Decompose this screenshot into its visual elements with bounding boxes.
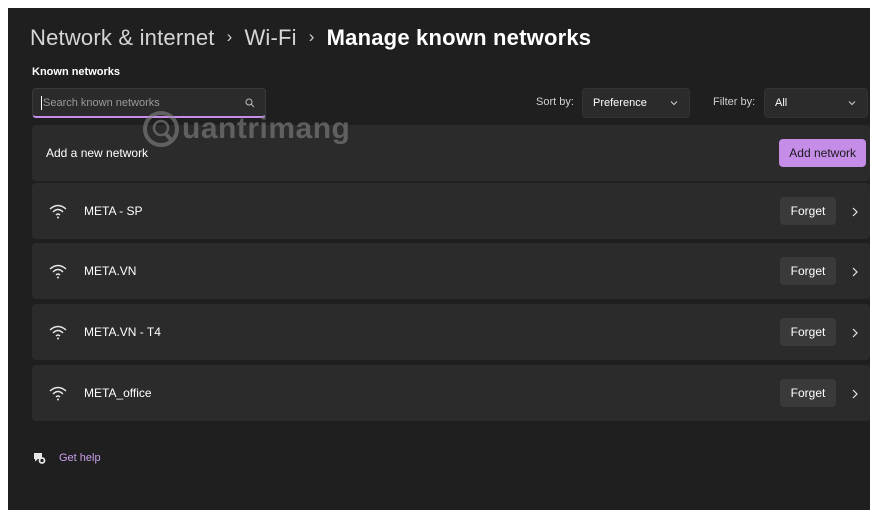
breadcrumb-wifi[interactable]: Wi-Fi — [244, 25, 296, 51]
known-networks-heading: Known networks — [32, 66, 121, 78]
network-name: META - SP — [84, 204, 143, 218]
network-row[interactable]: META - SP Forget — [32, 183, 870, 239]
filter-dropdown[interactable]: All — [764, 88, 868, 118]
sort-value: Preference — [593, 97, 647, 109]
filter-label: Filter by: — [713, 96, 756, 108]
filter-value: All — [775, 97, 788, 109]
forget-button[interactable]: Forget — [780, 379, 836, 407]
breadcrumb-separator: › — [308, 27, 315, 46]
chevron-right-icon[interactable] — [850, 326, 860, 338]
forget-button[interactable]: Forget — [780, 318, 836, 346]
add-network-button[interactable]: Add network — [779, 139, 866, 167]
network-row[interactable]: META.VN Forget — [32, 243, 870, 299]
sort-dropdown[interactable]: Preference — [582, 88, 690, 118]
help-icon — [32, 451, 46, 465]
wifi-icon — [48, 263, 68, 279]
forget-button[interactable]: Forget — [780, 257, 836, 285]
sort-label: Sort by: — [536, 96, 574, 108]
search-icon[interactable] — [243, 96, 257, 110]
search-box[interactable] — [32, 88, 266, 118]
breadcrumb-network-internet[interactable]: Network & internet — [30, 25, 215, 51]
breadcrumb: Network & internet › Wi-Fi › Manage know… — [30, 20, 591, 56]
settings-window: Network & internet › Wi-Fi › Manage know… — [8, 8, 870, 510]
network-row[interactable]: META_office Forget — [32, 365, 870, 421]
wifi-icon — [48, 324, 68, 340]
chevron-down-icon — [847, 98, 857, 108]
chevron-right-icon[interactable] — [850, 265, 860, 277]
search-input[interactable] — [43, 96, 243, 109]
add-network-card: Add a new network Add network — [32, 125, 870, 181]
wifi-icon — [48, 385, 68, 401]
network-name: META_office — [84, 386, 152, 400]
get-help-label: Get help — [59, 452, 101, 464]
forget-button[interactable]: Forget — [780, 197, 836, 225]
network-name: META.VN — [84, 264, 137, 278]
chevron-right-icon[interactable] — [850, 387, 860, 399]
wifi-icon — [48, 203, 68, 219]
breadcrumb-separator: › — [226, 27, 233, 46]
page-title: Manage known networks — [326, 25, 592, 50]
chevron-right-icon[interactable] — [850, 205, 860, 217]
chevron-down-icon — [669, 98, 679, 108]
network-name: META.VN - T4 — [84, 325, 161, 339]
text-caret — [41, 95, 42, 110]
add-network-label: Add a new network — [46, 146, 149, 160]
get-help-link[interactable]: Get help — [32, 451, 101, 465]
network-row[interactable]: META.VN - T4 Forget — [32, 304, 870, 360]
